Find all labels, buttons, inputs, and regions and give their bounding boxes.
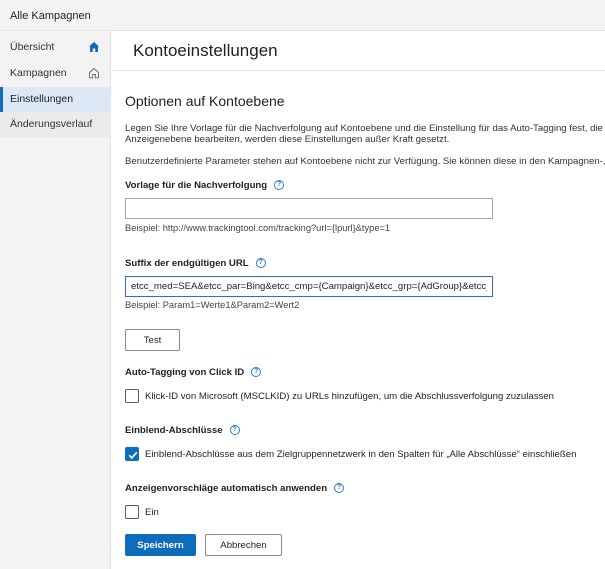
help-icon[interactable]: ? xyxy=(229,425,240,436)
final-url-suffix-example: Beispiel: Param1=Werte1&Param2=Wert2 xyxy=(125,300,300,310)
test-button[interactable]: Test xyxy=(125,329,180,351)
help-icon[interactable]: ? xyxy=(251,367,262,378)
auto-apply-checkbox[interactable] xyxy=(125,505,139,519)
section-title: Optionen auf Kontoebene xyxy=(125,93,285,109)
final-url-suffix-label: Suffix der endgültigen URL? xyxy=(125,258,266,269)
final-url-suffix-input[interactable] xyxy=(125,276,493,297)
cancel-button[interactable]: Abbrechen xyxy=(205,534,282,556)
auto-tagging-checkbox-label[interactable]: Klick-ID von Microsoft (MSCLKID) zu URLs… xyxy=(145,391,554,402)
view-through-checkbox[interactable] xyxy=(125,447,139,461)
auto-apply-checkbox-label[interactable]: Ein xyxy=(145,507,159,518)
sidebar-item-overview[interactable]: Übersicht xyxy=(0,35,111,60)
page-header: Kontoeinstellungen xyxy=(112,31,605,71)
description-text: Legen Sie Ihre Vorlage für die Nachverfo… xyxy=(125,123,603,134)
home-filled-icon xyxy=(88,41,100,53)
save-button[interactable]: Speichern xyxy=(125,534,196,556)
top-bar: Alle Kampagnen xyxy=(0,0,605,31)
sidebar-item-label: Kampagnen xyxy=(10,67,67,79)
breadcrumb-all-campaigns[interactable]: Alle Kampagnen xyxy=(10,10,91,22)
help-icon[interactable]: ? xyxy=(274,180,285,191)
checkmark-icon xyxy=(128,451,138,460)
home-outline-icon xyxy=(88,67,100,79)
help-icon[interactable]: ? xyxy=(255,258,266,269)
page-title: Kontoeinstellungen xyxy=(133,41,278,60)
auto-apply-label: Anzeigenvorschläge automatisch anwenden? xyxy=(125,483,345,494)
tracking-template-example: Beispiel: http://www.trackingtool.com/tr… xyxy=(125,223,391,233)
sidebar-item-campaigns[interactable]: Kampagnen xyxy=(0,61,111,86)
sidebar-item-label: Einstellungen xyxy=(10,93,74,105)
description-text: Anzeigenebene bearbeiten, werden diese E… xyxy=(125,134,450,145)
sidebar-item-change-history[interactable]: Änderungsverlauf xyxy=(0,112,111,137)
tracking-template-input[interactable] xyxy=(125,198,493,219)
tracking-template-label: Vorlage für die Nachverfolgung? xyxy=(125,180,285,191)
view-through-label: Einblend-Abschlüsse? xyxy=(125,425,240,436)
custom-parameters-note: Benutzerdefinierte Parameter stehen auf … xyxy=(125,156,605,167)
sidebar-item-label: Änderungsverlauf xyxy=(10,118,93,130)
auto-tagging-label: Auto-Tagging von Click ID? xyxy=(125,367,262,378)
help-icon[interactable]: ? xyxy=(334,483,345,494)
sidebar-item-label: Übersicht xyxy=(10,41,55,53)
sidebar: Übersicht Kampagnen Einstellungen Änderu… xyxy=(0,31,111,569)
sidebar-item-settings[interactable]: Einstellungen xyxy=(0,87,111,112)
auto-tagging-checkbox[interactable] xyxy=(125,389,139,403)
view-through-checkbox-label[interactable]: Einblend-Abschlüsse aus dem Zielgruppenn… xyxy=(145,449,576,460)
main-content: Kontoeinstellungen Optionen auf Kontoebe… xyxy=(112,31,605,569)
